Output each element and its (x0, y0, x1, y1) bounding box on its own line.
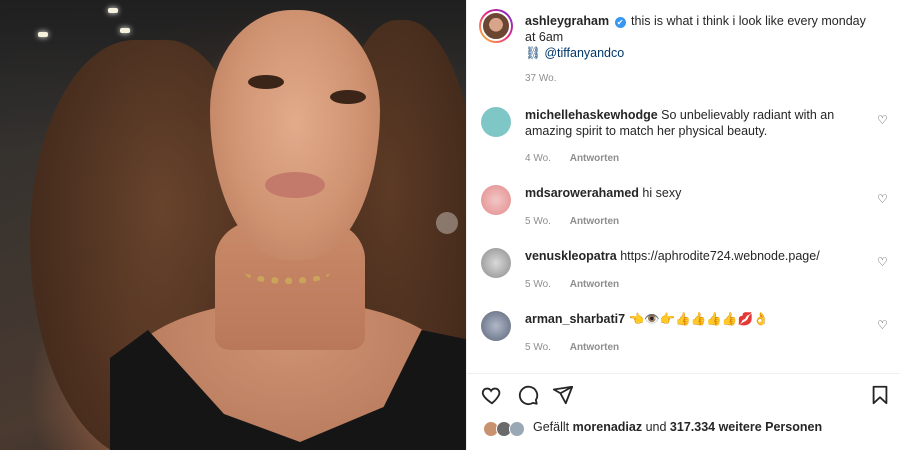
post-caption: ashleygraham ✔ this is what i think i lo… (525, 13, 875, 61)
comment-username[interactable]: venuskleopatra (525, 249, 617, 263)
comment-text: venuskleopatra https://aphrodite724.webn… (525, 248, 855, 264)
likes-prefix: Gefällt (533, 420, 570, 434)
likes-row: Gefällt morenadiaz und 317.334 weitere P… (467, 415, 900, 439)
like-comment-icon[interactable]: ♡ (877, 114, 889, 126)
comment-text: arman_sharbati7 👈👁️👉👍👍👍👍💋👌 (525, 311, 855, 327)
comment-body: hi sexy (642, 186, 682, 200)
eye-right (330, 90, 366, 104)
comment-meta: 5 Wo. Antworten (525, 279, 619, 290)
reply-button[interactable]: Antworten (570, 342, 619, 353)
comment-icon[interactable] (517, 384, 539, 406)
comment-username[interactable]: michellehaskewhodge (525, 108, 658, 122)
comment-meta: 5 Wo. Antworten (525, 216, 619, 227)
comment-time[interactable]: 5 Wo. (525, 342, 551, 353)
likes-count[interactable]: 317.334 weitere Personen (670, 420, 822, 434)
liker-avatar[interactable] (509, 421, 525, 437)
comment-time[interactable]: 5 Wo. (525, 279, 551, 290)
author-avatar[interactable] (479, 9, 513, 43)
post-time[interactable]: 37 Wo. (525, 73, 557, 84)
eye-left (248, 75, 284, 89)
comment-item: michellehaskewhodge So unbelievably radi… (467, 107, 900, 167)
comment-username[interactable]: mdsarowerahamed (525, 186, 639, 200)
comment-item: arman_sharbati7 👈👁️👉👍👍👍👍💋👌 5 Wo. Antwort… (467, 311, 900, 371)
author-username[interactable]: ashleygraham (525, 14, 609, 28)
likes-text: Gefällt morenadiaz und 317.334 weitere P… (533, 420, 822, 434)
liker-username[interactable]: morenadiaz (573, 420, 642, 434)
ceiling-light (120, 28, 130, 33)
reply-button[interactable]: Antworten (570, 153, 619, 164)
action-bar (467, 373, 900, 413)
verified-icon: ✔ (614, 17, 626, 28)
bookmark-icon[interactable] (869, 384, 891, 406)
like-comment-icon[interactable]: ♡ (877, 256, 889, 268)
heart-icon[interactable] (481, 384, 503, 406)
likes-middle: und (645, 420, 667, 434)
comment-body[interactable]: https://aphrodite724.webnode.page/ (620, 249, 819, 263)
comment-body: 👈👁️👉👍👍👍👍💋👌 (628, 312, 769, 326)
tag-mention[interactable]: ⛓ @tiffanyandco (525, 46, 624, 60)
like-comment-icon[interactable]: ♡ (877, 193, 889, 205)
like-comment-icon[interactable]: ♡ (877, 319, 889, 331)
comment-avatar[interactable] (481, 248, 511, 278)
post-photo[interactable] (0, 0, 466, 450)
ceiling-light (108, 8, 118, 13)
comment-text: michellehaskewhodge So unbelievably radi… (525, 107, 855, 139)
comment-item: mdsarowerahamed hi sexy 5 Wo. Antworten … (467, 185, 900, 245)
lips (265, 172, 325, 198)
comment-avatar[interactable] (481, 107, 511, 137)
post-details-panel: ashleygraham ✔ this is what i think i lo… (466, 0, 900, 450)
comment-meta: 5 Wo. Antworten (525, 342, 619, 353)
reply-button[interactable]: Antworten (570, 279, 619, 290)
comment-username[interactable]: arman_sharbati7 (525, 312, 625, 326)
comment-avatar[interactable] (481, 311, 511, 341)
necklace (245, 262, 330, 284)
comment-time[interactable]: 4 Wo. (525, 153, 551, 164)
carousel-indicator[interactable] (436, 212, 458, 234)
reply-button[interactable]: Antworten (570, 216, 619, 227)
share-icon[interactable] (552, 384, 574, 406)
ceiling-light (38, 32, 48, 37)
comment-avatar[interactable] (481, 185, 511, 215)
comment-time[interactable]: 5 Wo. (525, 216, 551, 227)
comment-item: venuskleopatra https://aphrodite724.webn… (467, 248, 900, 308)
comment-text: mdsarowerahamed hi sexy (525, 185, 855, 201)
comment-meta: 4 Wo. Antworten (525, 153, 619, 164)
